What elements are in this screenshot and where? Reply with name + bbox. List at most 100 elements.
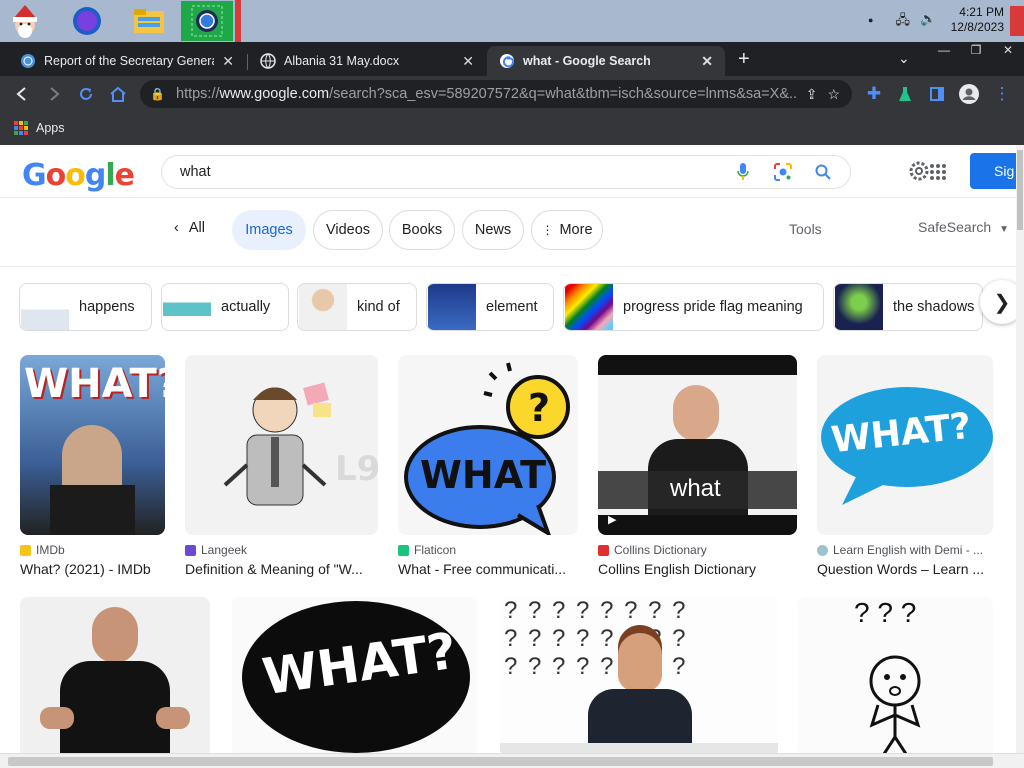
image-result[interactable]: ? WHAT Flaticon What - Free communicati.… xyxy=(398,355,578,577)
search-icon[interactable] xyxy=(810,159,836,185)
restore-icon[interactable]: ❐ xyxy=(960,42,992,60)
tab-report[interactable]: Report of the Secretary General o ✕ xyxy=(8,46,246,76)
related-chip[interactable]: element xyxy=(426,283,554,331)
result-title[interactable]: What - Free communicati... xyxy=(398,561,578,577)
url-text: https://www.google.com/search?sca_esv=58… xyxy=(176,86,798,102)
related-chip[interactable]: the shadows xyxy=(833,283,983,331)
scroll-thumb[interactable] xyxy=(8,757,993,766)
result-image[interactable]: WHAT? xyxy=(20,355,165,535)
result-image[interactable]: ? ? ? ? ? ? ? ? ? ? ? ? ? ? ? ? ? ? ? ? … xyxy=(500,597,778,753)
result-title[interactable]: Definition & Meaning of "W... xyxy=(185,561,378,577)
result-title[interactable]: What? (2021) - IMDb xyxy=(20,561,165,577)
related-thumbnail xyxy=(428,284,476,330)
close-tab-icon[interactable]: ✕ xyxy=(462,53,474,70)
volume-icon[interactable]: 🔊 xyxy=(920,11,936,33)
related-chip[interactable]: actually xyxy=(161,283,289,331)
result-title[interactable]: Collins English Dictionary xyxy=(598,561,797,577)
lock-icon[interactable]: 🔒 xyxy=(150,87,168,101)
result-image[interactable]: ? ? ? xyxy=(798,597,993,753)
all-filter-link[interactable]: ‹ All xyxy=(174,220,205,236)
voice-search-icon[interactable] xyxy=(730,159,756,185)
related-chip[interactable]: happens xyxy=(19,283,152,331)
close-window-icon[interactable]: ✕ xyxy=(992,42,1024,60)
extensions-icon[interactable]: ✚ xyxy=(862,82,886,106)
chip-images[interactable]: Images xyxy=(232,210,306,250)
chip-more[interactable]: ⋮ More xyxy=(531,210,603,250)
back-icon[interactable] xyxy=(10,82,34,106)
bookmark-star-icon[interactable]: ☆ xyxy=(827,86,840,103)
image-result[interactable]: WHAT? xyxy=(232,597,477,753)
result-image[interactable]: what ▶ xyxy=(598,355,797,535)
tab-albania[interactable]: Albania 31 May.docx ✕ xyxy=(248,46,486,76)
scroll-thumb[interactable] xyxy=(1017,150,1023,230)
file-explorer-icon[interactable] xyxy=(130,2,168,40)
menu-kebab-icon[interactable]: ⋮ xyxy=(990,82,1014,106)
chrome-app-icon[interactable] xyxy=(181,1,233,41)
network-icon[interactable]: 🖧 xyxy=(895,11,910,33)
image-result[interactable]: WHAT? IMDb What? (2021) - IMDb xyxy=(20,355,165,577)
image-result[interactable]: what ▶ Collins Dictionary Collins Englis… xyxy=(598,355,797,577)
close-tab-icon[interactable]: ✕ xyxy=(701,53,713,70)
show-desktop-button[interactable] xyxy=(1010,6,1024,36)
dropdown-arrow-icon: ▼ xyxy=(999,224,1010,235)
result-image[interactable]: L9 xyxy=(185,355,378,535)
image-caption: ? ? ? ? ? ? ? ? xyxy=(504,597,688,624)
system-tray: ● 🖧 🔊 xyxy=(868,11,936,33)
browser-orb-icon[interactable] xyxy=(68,2,106,40)
related-chip[interactable]: kind of xyxy=(297,283,417,331)
result-image[interactable]: WHAT? xyxy=(232,597,477,753)
santa-icon[interactable] xyxy=(6,2,44,40)
image-result[interactable]: ? ? ? xyxy=(798,597,993,753)
sign-in-button[interactable]: Sig xyxy=(970,153,1016,189)
imdb-icon xyxy=(20,544,31,556)
google-logo[interactable]: Google xyxy=(22,158,135,193)
result-image[interactable]: WHAT? xyxy=(817,355,993,535)
result-source: Collins Dictionary xyxy=(598,543,797,557)
result-title[interactable]: Question Words – Learn ... xyxy=(817,561,993,577)
result-image[interactable] xyxy=(20,597,210,753)
chip-news[interactable]: News xyxy=(462,210,524,250)
image-result[interactable] xyxy=(20,597,210,753)
image-caption: WHAT xyxy=(420,453,547,497)
apps-shortcut[interactable]: Apps xyxy=(14,121,65,135)
gear-icon[interactable] xyxy=(908,160,930,187)
chevron-right-icon[interactable]: ❯ xyxy=(980,280,1016,324)
related-chip[interactable]: progress pride flag meaning xyxy=(563,283,824,331)
lab-flask-icon[interactable] xyxy=(893,82,917,106)
image-result[interactable]: ? ? ? ? ? ? ? ? ? ? ? ? ? ? ? ? ? ? ? ? … xyxy=(500,597,778,753)
result-image[interactable]: ? WHAT xyxy=(398,355,578,535)
browser-chrome: Report of the Secretary General o ✕ Alba… xyxy=(0,42,1024,145)
home-icon[interactable] xyxy=(106,82,130,106)
image-result[interactable]: L9 Langeek Definition & Meaning of "W... xyxy=(185,355,378,577)
more-dots-icon: ⋮ xyxy=(541,223,554,237)
google-apps-icon[interactable] xyxy=(929,163,947,186)
tab-google-search[interactable]: what - Google Search ✕ xyxy=(487,46,725,76)
lens-icon[interactable] xyxy=(770,159,796,185)
close-tab-icon[interactable]: ✕ xyxy=(222,53,234,70)
address-bar[interactable]: 🔒 https://www.google.com/search?sca_esv=… xyxy=(140,80,852,108)
tab-search-chevron-icon[interactable]: ⌄ xyxy=(898,50,910,67)
clock[interactable]: 4:21 PM 12/8/2023 xyxy=(951,5,1004,35)
minimize-icon[interactable]: — xyxy=(928,42,960,60)
reload-icon[interactable] xyxy=(74,82,98,106)
play-icon[interactable]: ▶ xyxy=(608,513,616,526)
image-result[interactable]: WHAT? Learn English with Demi - ... Ques… xyxy=(817,355,993,577)
horizontal-scrollbar[interactable] xyxy=(0,753,1024,768)
new-tab-icon[interactable]: + xyxy=(738,48,750,71)
google-icon xyxy=(500,54,514,68)
apps-label: Apps xyxy=(36,121,65,135)
chip-books[interactable]: Books xyxy=(389,210,455,250)
profile-avatar-icon[interactable] xyxy=(957,82,981,106)
apps-grid-icon xyxy=(14,121,28,135)
share-icon[interactable]: ⇪ xyxy=(806,86,818,103)
search-input[interactable]: what xyxy=(180,164,730,180)
safesearch-button[interactable]: SafeSearch ▼ xyxy=(918,219,1009,235)
chip-videos[interactable]: Videos xyxy=(313,210,383,250)
vertical-scrollbar[interactable] xyxy=(1016,145,1024,753)
tools-button[interactable]: Tools xyxy=(789,221,822,237)
notification-dot-icon[interactable]: ● xyxy=(868,11,873,33)
forward-icon[interactable] xyxy=(42,82,66,106)
chevron-left-icon: ‹ xyxy=(174,220,179,236)
side-panel-icon[interactable] xyxy=(925,82,949,106)
search-box[interactable]: what xyxy=(161,155,851,189)
